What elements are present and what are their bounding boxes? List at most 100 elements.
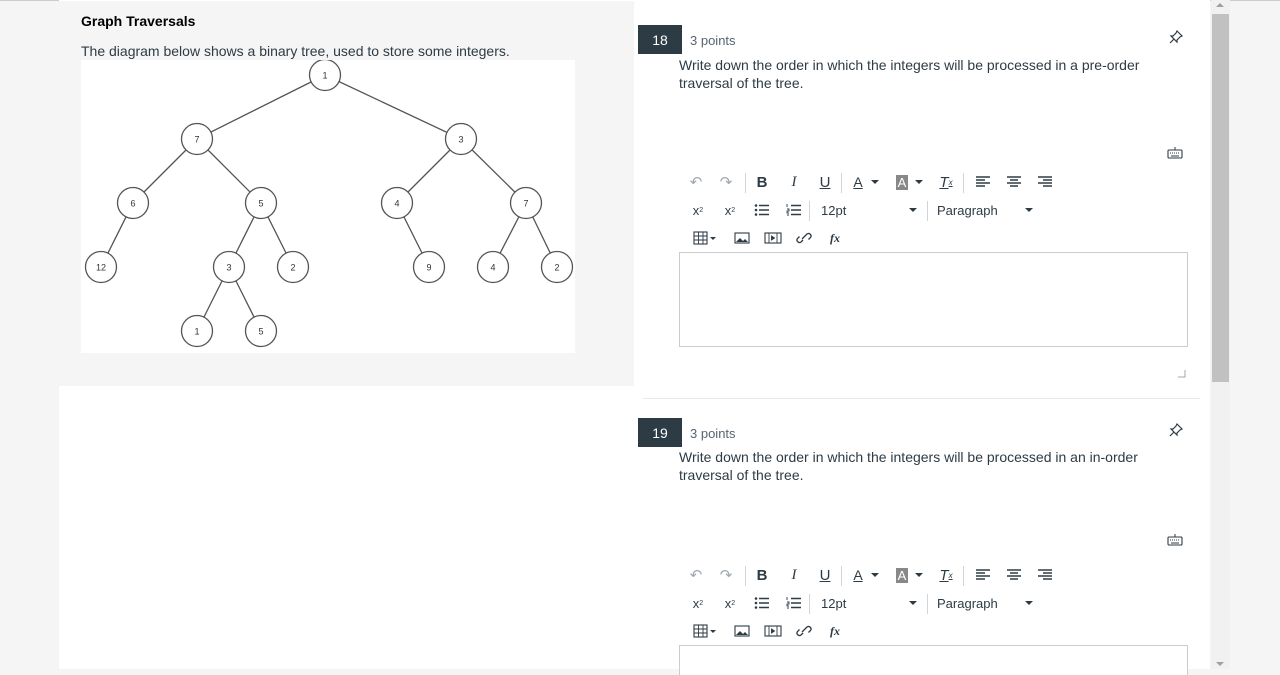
italic-icon[interactable]: I	[783, 564, 805, 586]
bullet-list-icon[interactable]	[751, 199, 773, 221]
equation-icon[interactable]: fx	[824, 227, 846, 249]
toolbar-row-3: fx	[679, 620, 1199, 646]
block-format-select[interactable]: Paragraph	[937, 592, 1037, 614]
chevron-down-icon	[909, 208, 917, 212]
image-icon[interactable]	[731, 620, 753, 642]
redo-icon[interactable]: ↷	[715, 171, 737, 193]
superscript-icon[interactable]: x2	[687, 199, 709, 221]
undo-icon[interactable]: ↶	[685, 564, 707, 586]
stimulus-text: The diagram below shows a binary tree, u…	[81, 43, 510, 59]
text-color-icon[interactable]: A	[847, 564, 869, 586]
background-color-icon[interactable]: A	[891, 171, 913, 193]
subscript-icon[interactable]: x2	[719, 592, 741, 614]
background-color-icon[interactable]: A	[891, 564, 913, 586]
question-divider	[643, 398, 1200, 399]
toolbar-row-2: x2 x2 12pt Paragraph	[679, 592, 1199, 618]
redo-icon[interactable]: ↷	[715, 564, 737, 586]
tree-svg: 1 7 3 6 5 4 7 12 3 2 9 4 2 1 5	[84, 60, 574, 348]
image-icon[interactable]	[731, 227, 753, 249]
bullet-list-icon[interactable]	[751, 592, 773, 614]
question-text: Write down the order in which the intege…	[679, 449, 1138, 483]
tree-node: 12	[84, 250, 118, 284]
equation-icon[interactable]: fx	[824, 620, 846, 642]
link-icon[interactable]	[793, 620, 815, 642]
stimulus-title: Graph Traversals	[81, 13, 196, 29]
tree-node: 2	[540, 250, 574, 284]
bold-icon[interactable]: B	[751, 171, 773, 193]
chevron-down-icon	[1025, 601, 1033, 605]
answer-editor[interactable]	[679, 645, 1188, 675]
italic-icon[interactable]: I	[783, 171, 805, 193]
pin-icon[interactable]	[1168, 29, 1184, 45]
font-size-select[interactable]: 12pt	[821, 592, 921, 614]
align-left-icon[interactable]	[972, 171, 994, 193]
tree-node-label: 3	[226, 263, 231, 273]
tree-nodes: 1 7 3 6 5 4 7 12 3 2 9 4 2 1 5	[84, 60, 574, 348]
tree-node-label: 3	[458, 135, 463, 145]
block-format-value: Paragraph	[937, 595, 998, 611]
scrollbar-thumb[interactable]	[1212, 14, 1229, 382]
clear-formatting-icon[interactable]: Tx	[935, 171, 957, 193]
underline-icon[interactable]: U	[814, 564, 836, 586]
pin-icon[interactable]	[1168, 422, 1184, 438]
keyboard-shortcuts-icon[interactable]	[1167, 147, 1183, 159]
block-format-value: Paragraph	[937, 202, 998, 218]
chevron-down-icon	[1025, 208, 1033, 212]
tree-node: 2	[276, 250, 310, 284]
align-right-icon[interactable]	[1034, 564, 1056, 586]
tree-node: 7	[180, 122, 214, 156]
scrollbar[interactable]	[1211, 0, 1230, 669]
tree-node: 7	[509, 186, 543, 220]
superscript-icon[interactable]: x2	[687, 592, 709, 614]
media-icon[interactable]	[762, 620, 784, 642]
table-icon[interactable]	[691, 620, 719, 642]
tree-node-label: 4	[490, 263, 495, 273]
align-center-icon[interactable]	[1003, 564, 1025, 586]
background-color-dropdown[interactable]	[914, 564, 924, 586]
numbered-list-icon[interactable]	[783, 199, 805, 221]
table-icon[interactable]	[691, 227, 719, 249]
text-color-dropdown[interactable]	[870, 564, 880, 586]
background-color-dropdown[interactable]	[914, 171, 924, 193]
resize-handle-icon[interactable]	[1176, 368, 1186, 378]
answer-editor[interactable]	[679, 252, 1188, 347]
text-color-icon[interactable]: A	[847, 171, 869, 193]
scroll-up-arrow-icon[interactable]	[1216, 3, 1224, 7]
toolbar-row-1: ↶ ↷ B I U A A Tx	[679, 564, 1199, 590]
bold-icon[interactable]: B	[751, 564, 773, 586]
font-size-select[interactable]: 12pt	[821, 199, 921, 221]
align-right-icon[interactable]	[1034, 171, 1056, 193]
align-center-icon[interactable]	[1003, 171, 1025, 193]
toolbar-row-3: fx	[679, 227, 1199, 253]
tree-edges	[100, 74, 558, 332]
stimulus-panel: Graph Traversals The diagram below shows…	[59, 1, 634, 386]
binary-tree-diagram: 1 7 3 6 5 4 7 12 3 2 9 4 2 1 5	[81, 60, 575, 353]
question-18: 18 3 points Write down the order in whic…	[638, 25, 1203, 395]
question-19: 19 3 points Write down the order in whic…	[638, 418, 1203, 675]
tree-node-label: 2	[554, 263, 559, 273]
keyboard-shortcuts-icon[interactable]	[1167, 534, 1183, 546]
underline-icon[interactable]: U	[814, 171, 836, 193]
media-icon[interactable]	[762, 227, 784, 249]
text-color-dropdown[interactable]	[870, 171, 880, 193]
tree-node: 5	[244, 186, 278, 220]
tree-node-label: 7	[523, 199, 528, 209]
toolbar-row-1: ↶ ↷ B I U A A Tx	[679, 171, 1199, 197]
block-format-select[interactable]: Paragraph	[937, 199, 1037, 221]
subscript-icon[interactable]: x2	[719, 199, 741, 221]
font-size-value: 12pt	[821, 202, 847, 218]
tree-node-label: 6	[130, 199, 135, 209]
tree-node: 3	[212, 250, 246, 284]
tree-node-label: 5	[258, 327, 263, 337]
numbered-list-icon[interactable]	[783, 592, 805, 614]
tree-node-label: 1	[322, 71, 327, 81]
tree-node: 1	[308, 60, 342, 92]
tree-node-label: 2	[290, 263, 295, 273]
undo-icon[interactable]: ↶	[685, 171, 707, 193]
clear-formatting-icon[interactable]: Tx	[935, 564, 957, 586]
link-icon[interactable]	[793, 227, 815, 249]
tree-node: 4	[380, 186, 414, 220]
scroll-down-arrow-icon[interactable]	[1216, 662, 1224, 666]
toolbar-row-2: x2 x2 12pt Paragraph	[679, 199, 1199, 225]
align-left-icon[interactable]	[972, 564, 994, 586]
